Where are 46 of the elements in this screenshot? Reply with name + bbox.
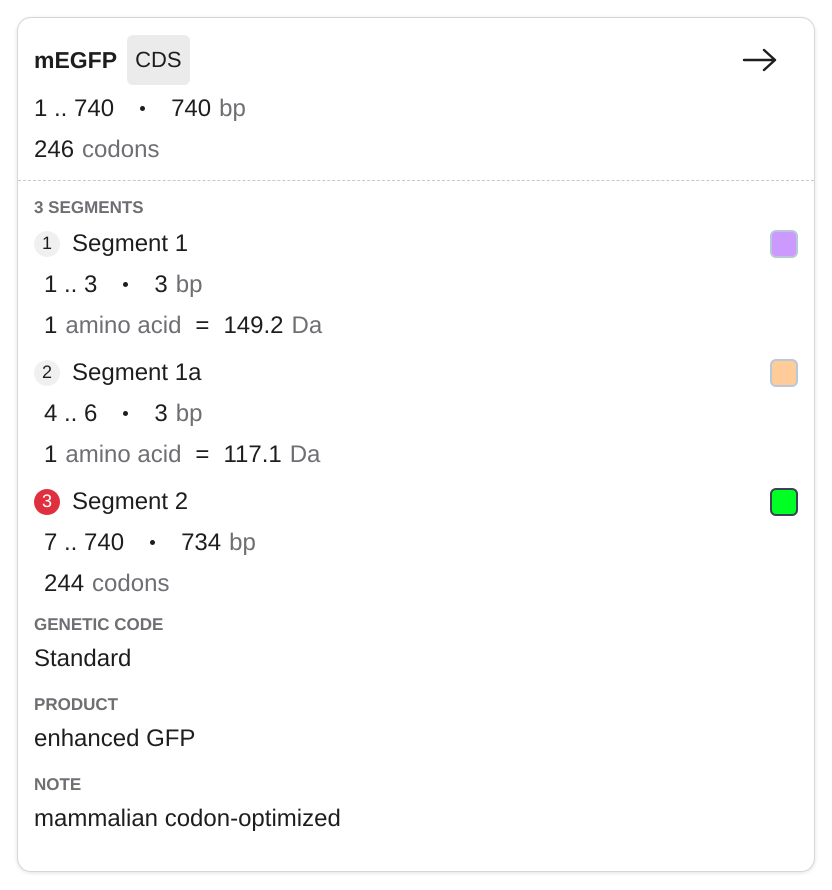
unit-label: amino acid [65, 440, 182, 470]
number-badge: 2 [34, 360, 60, 386]
length-value: 3 [154, 399, 168, 429]
range-text: 1 .. 3 [44, 270, 98, 300]
field-label: GENETIC CODE [34, 614, 164, 636]
unit-label: bp [219, 94, 246, 124]
field-label: NOTE [34, 774, 82, 796]
length-value: 734 [181, 528, 222, 558]
range-text: 7 .. 740 [44, 528, 124, 558]
unit-label: codons [92, 569, 170, 599]
separator-dot [150, 540, 156, 545]
unit-label: bp [229, 528, 256, 558]
unit-label: codons [82, 135, 160, 165]
separator-dot [140, 106, 146, 111]
number-badge: 3 [34, 488, 60, 514]
segment-name: Segment 1 [72, 230, 190, 258]
length-value: 740 [171, 94, 212, 124]
mass-value: 149.2 [223, 311, 284, 341]
field-value: mammalian codon-optimized [34, 804, 342, 834]
equals-sign: = [195, 311, 210, 341]
field-value: Standard [34, 644, 132, 674]
count-value: 246 [34, 135, 74, 165]
field-value: enhanced GFP [34, 724, 196, 754]
count-value: 1 [44, 440, 58, 470]
equals-sign: = [195, 440, 210, 470]
section-label: 3 SEGMENTS [34, 197, 145, 219]
length-value: 3 [154, 270, 168, 300]
arrow-right-icon[interactable] [742, 48, 778, 72]
unit-label: Da [290, 440, 320, 470]
unit-label: Da [292, 311, 322, 341]
separator-dot [123, 282, 128, 287]
segment-name: Segment 1a [72, 358, 202, 386]
count-value: 1 [44, 311, 58, 341]
range-text: 4 .. 6 [44, 399, 98, 429]
unit-label: bp [176, 270, 202, 300]
segment-name: Segment 2 [72, 488, 190, 516]
field-label: PRODUCT [34, 694, 120, 716]
mass-value: 117.1 [223, 440, 282, 470]
unit-label: amino acid [65, 311, 182, 341]
separator-dot [123, 411, 128, 416]
feature-name: mEGFP [34, 46, 118, 74]
number-badge: 1 [34, 230, 60, 256]
type-tag: CDS [127, 35, 190, 85]
unit-label: bp [176, 399, 202, 429]
range-text: 1 .. 740 [34, 94, 114, 124]
count-value: 244 [44, 569, 84, 599]
